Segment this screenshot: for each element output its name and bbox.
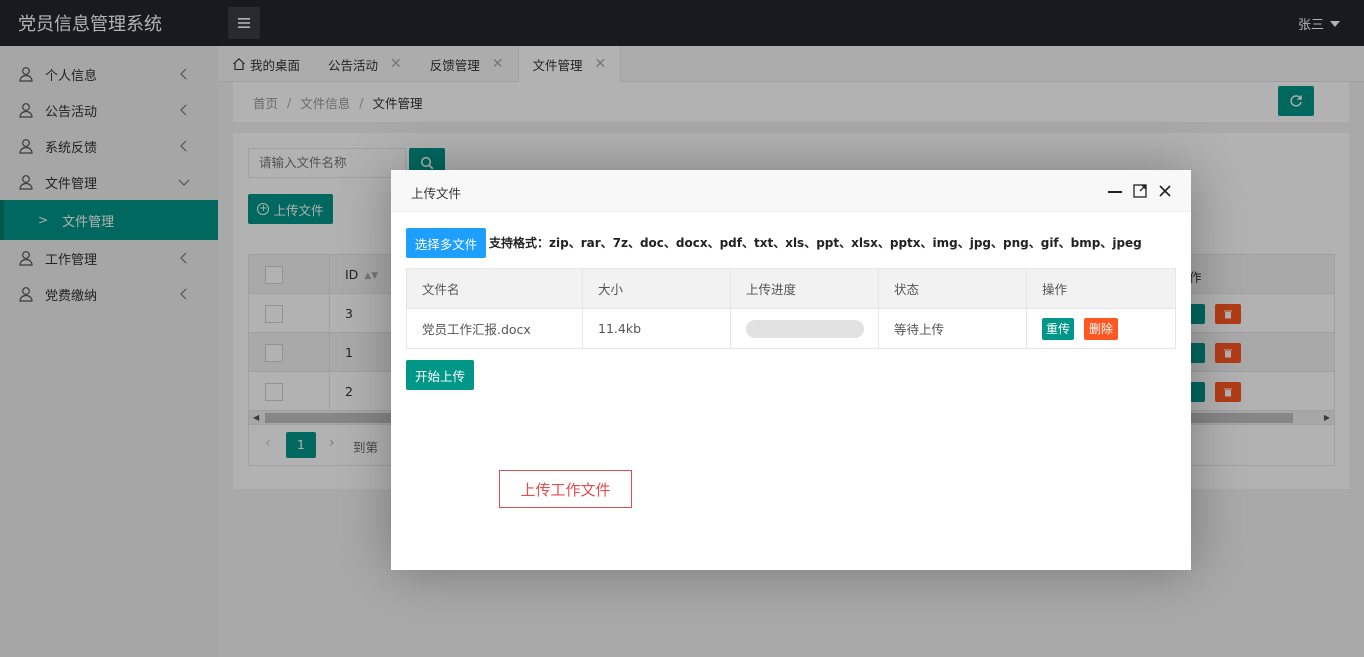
upload-progress-bar xyxy=(746,319,864,338)
close-icon[interactable] xyxy=(1158,184,1172,198)
annotation-label: 上传工作文件 xyxy=(499,470,632,508)
table-row: 党员工作汇报.docx 11.4kb 等待上传 重传 删除 xyxy=(406,308,1176,349)
file-size: 11.4kb xyxy=(582,308,731,349)
upload-table-header: 文件名 大小 上传进度 状态 操作 xyxy=(406,268,1176,309)
actions-cell: 重传 删除 xyxy=(1026,308,1176,349)
progress-cell xyxy=(730,308,879,349)
upload-file-list: 文件名 大小 上传进度 状态 操作 党员工作汇报.docx 11.4kb 等待上… xyxy=(406,268,1176,349)
col-filename: 文件名 xyxy=(406,268,583,309)
dialog-header: 上传文件 xyxy=(391,170,1191,212)
start-upload-button[interactable]: 开始上传 xyxy=(406,360,474,390)
select-files-button[interactable]: 选择多文件 xyxy=(406,228,486,258)
delete-file-button[interactable]: 删除 xyxy=(1084,317,1119,340)
file-name: 党员工作汇报.docx xyxy=(406,308,583,349)
col-actions: 操作 xyxy=(1026,268,1176,309)
dialog-title: 上传文件 xyxy=(411,186,462,201)
supported-formats: 支持格式：zip、rar、7z、doc、docx、pdf、txt、xls、ppt… xyxy=(489,236,1142,250)
maximize-icon[interactable] xyxy=(1133,184,1147,198)
col-status: 状态 xyxy=(878,268,1027,309)
col-progress: 上传进度 xyxy=(730,268,879,309)
file-status: 等待上传 xyxy=(878,308,1027,349)
minimize-icon[interactable] xyxy=(1108,191,1122,193)
retry-button[interactable]: 重传 xyxy=(1042,317,1075,340)
upload-dialog: 上传文件 选择多文件 支持格式：zip、rar、7z、doc、docx、pdf、… xyxy=(391,170,1191,570)
col-size: 大小 xyxy=(582,268,731,309)
